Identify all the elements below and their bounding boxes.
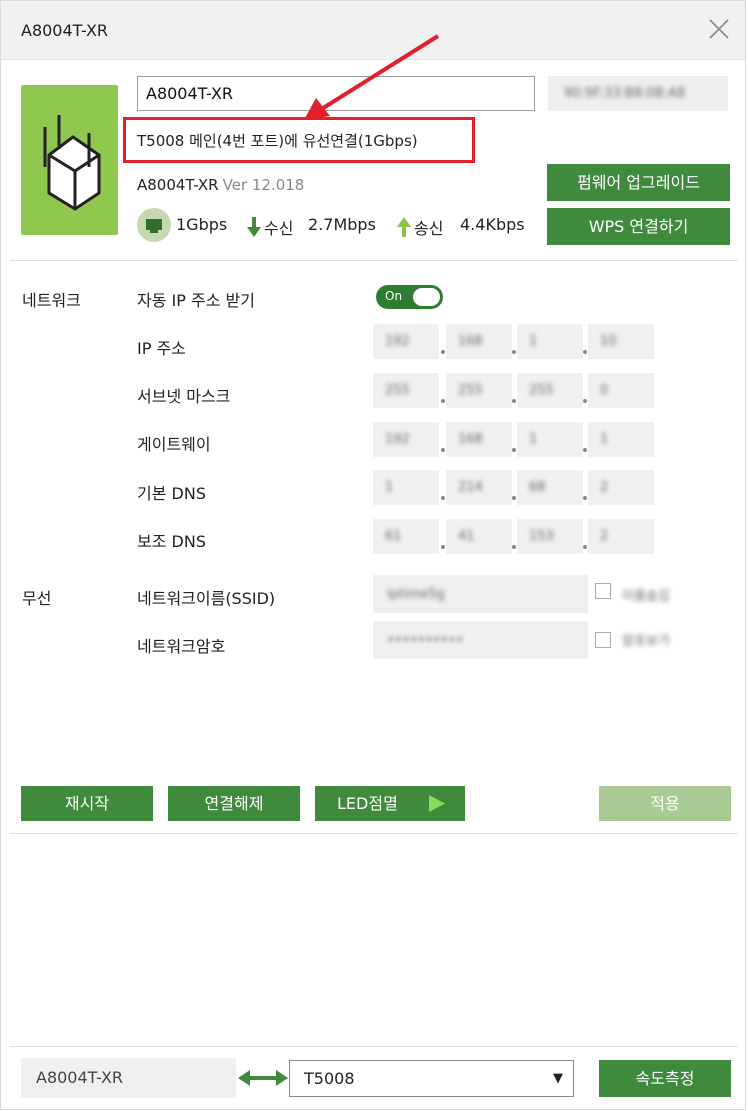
divider bbox=[10, 1046, 738, 1047]
led-blink-button[interactable]: LED점멸 bbox=[315, 786, 465, 821]
gateway-octet-4[interactable]: 1 bbox=[588, 422, 654, 457]
hide-ssid-checkbox[interactable] bbox=[595, 583, 611, 599]
chevron-down-icon: ▼ bbox=[553, 1071, 563, 1086]
dns2-octet-1[interactable]: 61 bbox=[373, 519, 439, 554]
mac-address: 90:9F:33:B8:0B:A8 bbox=[564, 86, 686, 101]
subnet-octet-4[interactable]: 0 bbox=[588, 373, 654, 408]
subnet-octet-3[interactable]: 255 bbox=[517, 373, 583, 408]
gateway-octet-2[interactable]: 168 bbox=[446, 422, 512, 457]
tx-label: 송신 bbox=[414, 219, 444, 238]
ethernet-icon bbox=[137, 208, 171, 242]
window-title: A8004T-XR bbox=[21, 21, 109, 40]
dns1-octet-4[interactable]: 2 bbox=[588, 470, 654, 505]
ip-separator bbox=[441, 545, 445, 549]
link-speed: 1Gbps bbox=[176, 215, 228, 234]
ip-separator bbox=[512, 350, 516, 354]
speed-test-button[interactable]: 속도측정 bbox=[599, 1060, 731, 1097]
router-select-value: T5008 bbox=[304, 1069, 355, 1088]
network-section-label: 네트워크 bbox=[22, 291, 81, 310]
firmware-upgrade-button[interactable]: 펌웨어 업그레이드 bbox=[547, 164, 730, 201]
show-password-label: 암호보기 bbox=[622, 634, 670, 649]
subnet-octet-1[interactable]: 255 bbox=[373, 373, 439, 408]
play-icon bbox=[429, 795, 445, 812]
led-blink-label: LED점멸 bbox=[337, 794, 398, 813]
toggle-state: On bbox=[385, 289, 403, 303]
ssid-input[interactable]: iptime5g bbox=[373, 575, 588, 613]
subnet-label: 서브넷 마스크 bbox=[137, 387, 231, 406]
ip-separator bbox=[583, 448, 587, 452]
toggle-knob bbox=[413, 288, 440, 306]
ip-octet-1[interactable]: 192 bbox=[373, 324, 439, 359]
ip-separator bbox=[583, 399, 587, 403]
restart-button[interactable]: 재시작 bbox=[21, 786, 153, 821]
ip-separator bbox=[512, 448, 516, 452]
annotation-arrow-icon bbox=[304, 34, 440, 120]
tx-value: 4.4Kbps bbox=[460, 215, 525, 234]
dns2-octet-4[interactable]: 2 bbox=[588, 519, 654, 554]
ip-separator bbox=[441, 496, 445, 500]
divider bbox=[10, 833, 738, 834]
ip-label: IP 주소 bbox=[137, 339, 186, 358]
ip-separator bbox=[512, 545, 516, 549]
upload-arrow-icon bbox=[397, 217, 411, 237]
dns1-label: 기본 DNS bbox=[137, 484, 206, 503]
password-label: 네트워크암호 bbox=[137, 637, 226, 656]
ip-separator bbox=[512, 496, 516, 500]
router-select[interactable]: T5008 ▼ bbox=[289, 1060, 574, 1097]
subnet-octet-2[interactable]: 255 bbox=[446, 373, 512, 408]
disconnect-button[interactable]: 연결해제 bbox=[168, 786, 300, 821]
ip-separator bbox=[583, 350, 587, 354]
ip-separator bbox=[441, 399, 445, 403]
dns1-octet-2[interactable]: 214 bbox=[446, 470, 512, 505]
ip-octet-3[interactable]: 1 bbox=[517, 324, 583, 359]
ip-octet-4[interactable]: 10 bbox=[588, 324, 654, 359]
rx-value: 2.7Mbps bbox=[308, 215, 376, 234]
dns2-octet-2[interactable]: 41 bbox=[446, 519, 512, 554]
gateway-octet-3[interactable]: 1 bbox=[517, 422, 583, 457]
ip-separator bbox=[512, 399, 516, 403]
dns1-octet-1[interactable]: 1 bbox=[373, 470, 439, 505]
divider bbox=[10, 260, 738, 261]
ip-octet-2[interactable]: 168 bbox=[446, 324, 512, 359]
mac-address-field: 90:9F:33:B8:0B:A8 bbox=[548, 76, 728, 111]
wps-connect-button[interactable]: WPS 연결하기 bbox=[547, 208, 730, 245]
link-arrow-icon bbox=[238, 1070, 288, 1086]
wireless-section-label: 무선 bbox=[22, 589, 52, 608]
model-version: A8004T-XR Ver 12.018 bbox=[137, 176, 304, 194]
auto-ip-toggle[interactable]: On bbox=[376, 285, 443, 309]
model-name: A8004T-XR bbox=[137, 176, 219, 194]
dns2-label: 보조 DNS bbox=[137, 532, 206, 551]
apply-button[interactable]: 적용 bbox=[599, 786, 731, 821]
device-tile bbox=[21, 85, 118, 235]
ip-separator bbox=[583, 545, 587, 549]
download-arrow-icon bbox=[247, 217, 261, 237]
auto-ip-label: 자동 IP 주소 받기 bbox=[137, 291, 255, 310]
router-icon bbox=[43, 115, 101, 211]
hide-ssid-label: 이름숨김 bbox=[622, 589, 670, 604]
gateway-octet-1[interactable]: 192 bbox=[373, 422, 439, 457]
extender-name-field: A8004T-XR bbox=[21, 1058, 236, 1098]
dns2-octet-3[interactable]: 153 bbox=[517, 519, 583, 554]
firmware-version: Ver 12.018 bbox=[222, 176, 305, 194]
rx-label: 수신 bbox=[264, 219, 294, 238]
ip-separator bbox=[441, 448, 445, 452]
ip-separator bbox=[583, 496, 587, 500]
dns1-octet-3[interactable]: 68 bbox=[517, 470, 583, 505]
ip-separator bbox=[441, 350, 445, 354]
show-password-checkbox[interactable] bbox=[595, 632, 611, 648]
gateway-label: 게이트웨이 bbox=[137, 435, 211, 454]
close-icon[interactable] bbox=[707, 17, 731, 41]
ssid-label: 네트워크이름(SSID) bbox=[137, 589, 276, 608]
password-input[interactable]: •••••••••• bbox=[373, 621, 588, 659]
